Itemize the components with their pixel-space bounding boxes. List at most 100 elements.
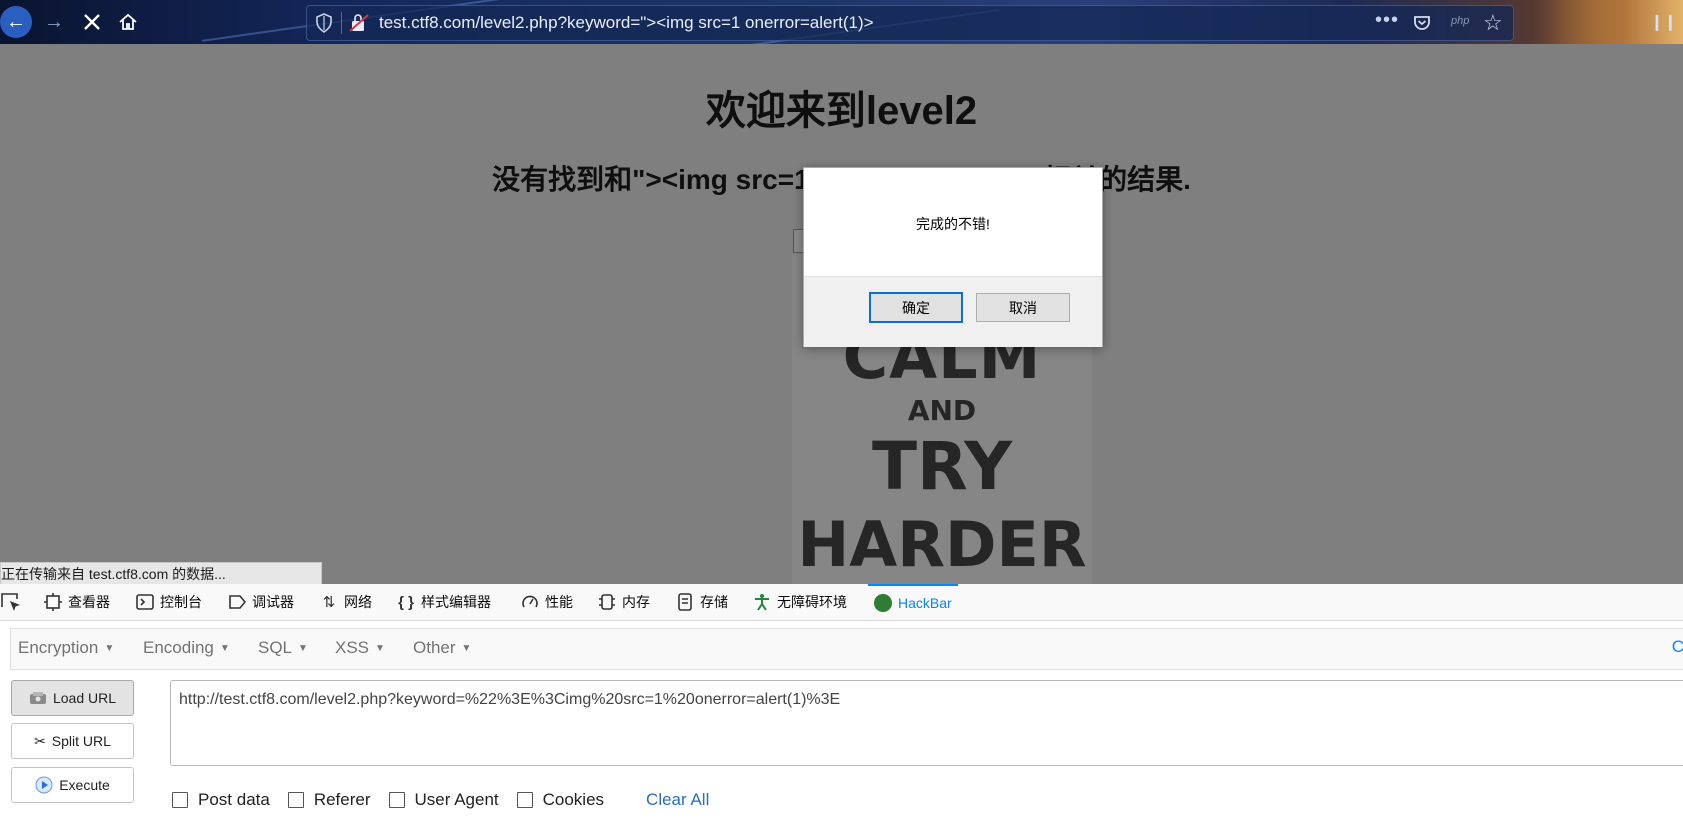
console-icon <box>136 594 154 610</box>
menu-encryption[interactable]: Encryption ▼ <box>18 638 114 658</box>
menu-label: SQL <box>258 638 293 657</box>
caret-down-icon: ▼ <box>298 643 308 654</box>
stop-button[interactable] <box>76 6 108 38</box>
tab-label: HackBar <box>898 595 952 611</box>
cancel-button[interactable]: 取消 <box>976 293 1070 322</box>
menu-label: Encoding <box>143 638 214 657</box>
split-url-button[interactable]: ✂ Split URL <box>11 723 134 759</box>
menu-encoding[interactable]: Encoding ▼ <box>143 638 230 658</box>
user-agent-checkbox[interactable]: User Agent <box>388 790 499 810</box>
menu-overflow-link[interactable]: C <box>1672 637 1683 657</box>
php-extension-icon[interactable]: php <box>1451 15 1469 27</box>
tab-storage[interactable]: 存储 <box>676 584 728 620</box>
referer-checkbox[interactable]: Referer <box>287 790 371 810</box>
library-icon[interactable]: ❙❙ <box>1650 12 1677 32</box>
caret-down-icon: ▼ <box>461 643 472 654</box>
inspector-icon <box>44 593 62 611</box>
tab-hackbar[interactable]: HackBar <box>868 584 958 620</box>
cookies-checkbox[interactable]: Cookies <box>516 790 605 810</box>
hackbar-icon <box>874 594 892 612</box>
clear-all-link[interactable]: Clear All <box>646 790 709 810</box>
forward-button[interactable]: → <box>38 6 70 38</box>
hackbar-menu: Encryption ▼ Encoding ▼ SQL ▼ XSS ▼ Other ▼ C <box>10 628 1683 670</box>
poster-line: AND <box>907 394 977 427</box>
execute-button[interactable]: Execute <box>11 767 134 803</box>
dialog-message: 完成的不错! <box>916 216 990 232</box>
button-label: Execute <box>59 777 110 793</box>
checkbox-icon <box>287 792 304 808</box>
memory-icon <box>599 594 615 610</box>
menu-label: Encryption <box>18 638 99 657</box>
tab-label: 查看器 <box>68 594 110 610</box>
element-picker-icon <box>1 593 20 611</box>
button-label: Split URL <box>51 733 111 749</box>
tab-label: 网络 <box>344 594 372 610</box>
alert-dialog: 完成的不错! 确定 取消 <box>803 167 1103 347</box>
caret-down-icon: ▼ <box>104 643 115 654</box>
tab-label: 内存 <box>622 594 650 610</box>
browser-toolbar: ← → test.ctf8.com/level2.php?keyword="><… <box>0 0 1683 44</box>
tab-inspector[interactable]: 查看器 <box>44 584 110 620</box>
checkbox-icon <box>388 792 405 808</box>
home-icon <box>119 13 137 30</box>
tab-performance[interactable]: 性能 <box>521 584 573 620</box>
home-button[interactable] <box>112 6 144 38</box>
tab-label: 调试器 <box>252 594 294 610</box>
element-picker-button[interactable] <box>0 584 22 620</box>
network-icon: ⇅ <box>322 594 336 611</box>
option-label: Cookies <box>542 790 605 809</box>
devtools-tabbar: 查看器 控制台 调试器 ⇅ 网络 { } 样式编辑器 性能 内存 存储 无障碍环… <box>0 584 1683 621</box>
option-label: User Agent <box>414 790 499 809</box>
poster-line: TRY <box>871 428 1013 505</box>
url-bar-separator <box>341 12 342 34</box>
insecure-lock-icon[interactable] <box>349 14 369 32</box>
tab-label: 控制台 <box>160 594 202 610</box>
post-data-checkbox[interactable]: Post data <box>172 790 270 810</box>
arrow-right-icon: → <box>44 10 64 33</box>
menu-label: XSS <box>335 638 370 657</box>
ok-button[interactable]: 确定 <box>869 292 963 323</box>
load-url-icon <box>29 692 46 704</box>
style-editor-icon: { } <box>398 593 414 611</box>
tab-network[interactable]: ⇅ 网络 <box>320 584 372 620</box>
menu-sql[interactable]: SQL ▼ <box>258 638 308 658</box>
option-label: Referer <box>313 790 371 809</box>
close-icon <box>84 14 100 30</box>
page-actions-icon[interactable]: ••• <box>1375 9 1399 32</box>
status-bar: 正在传输来自 test.ctf8.com 的数据... <box>0 562 322 586</box>
hackbar-url-textarea[interactable]: http://test.ctf8.com/level2.php?keyword=… <box>170 680 1683 766</box>
tab-accessibility[interactable]: 无障碍环境 <box>753 584 847 620</box>
button-label: Load URL <box>52 690 117 706</box>
storage-icon <box>678 593 692 611</box>
performance-icon <box>522 595 538 608</box>
arrow-left-icon: ← <box>6 10 26 33</box>
tab-label: 无障碍环境 <box>777 594 847 610</box>
menu-other[interactable]: Other ▼ <box>413 638 471 658</box>
tracking-shield-icon[interactable] <box>315 13 333 33</box>
caret-down-icon: ▼ <box>219 643 230 654</box>
back-button[interactable]: ← <box>0 6 32 38</box>
option-label: Post data <box>198 790 270 809</box>
poster-line: HARDER <box>797 508 1087 581</box>
caret-down-icon: ▼ <box>375 643 385 654</box>
hackbar-options: Post data Referer User Agent Cookies Cle… <box>172 788 709 812</box>
tab-memory[interactable]: 内存 <box>598 584 650 620</box>
url-text[interactable]: test.ctf8.com/level2.php?keyword="><img … <box>379 13 874 33</box>
play-icon <box>35 776 53 794</box>
checkbox-icon <box>516 792 533 808</box>
menu-xss[interactable]: XSS ▼ <box>335 638 385 658</box>
bookmark-star-icon[interactable]: ☆ <box>1483 10 1503 36</box>
accessibility-icon <box>755 594 769 611</box>
checkbox-icon <box>172 792 188 808</box>
url-bar[interactable]: test.ctf8.com/level2.php?keyword="><img … <box>306 5 1514 41</box>
load-url-button[interactable]: Load URL <box>11 680 134 716</box>
scissors-icon: ✂ <box>34 732 46 749</box>
page-title: 欢迎来到level2 <box>705 89 978 133</box>
tab-console[interactable]: 控制台 <box>136 584 202 620</box>
tab-debugger[interactable]: 调试器 <box>228 584 294 620</box>
menu-label: Other <box>413 638 456 657</box>
pocket-icon[interactable] <box>1413 14 1431 32</box>
tab-label: 存储 <box>700 594 728 610</box>
tab-style-editor[interactable]: { } 样式编辑器 <box>397 584 491 620</box>
debugger-icon <box>229 595 246 609</box>
